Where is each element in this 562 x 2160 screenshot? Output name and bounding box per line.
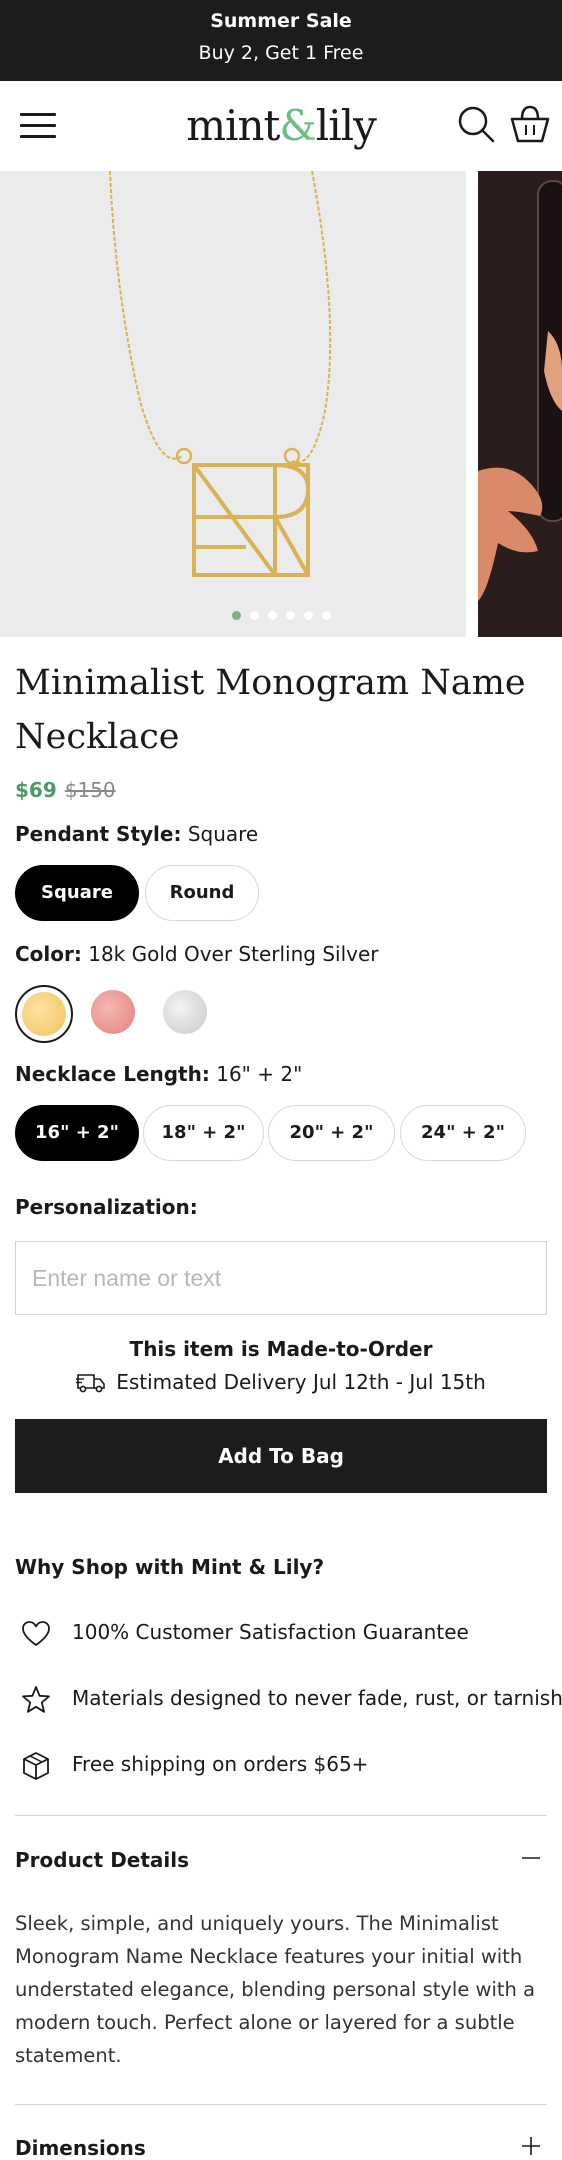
pendant-option-round[interactable]: Round bbox=[145, 865, 259, 921]
heart-icon bbox=[22, 1621, 50, 1646]
length-option-16[interactable]: 16" + 2" bbox=[15, 1105, 139, 1161]
necklace-image bbox=[109, 171, 332, 577]
carousel-dot[interactable] bbox=[250, 611, 259, 620]
product-image[interactable] bbox=[0, 171, 466, 637]
why-shop-heading: Why Shop with Mint & Lily? bbox=[15, 1555, 325, 1579]
why-item-materials: Materials designed to never fade, rust, … bbox=[20, 1680, 562, 1720]
carousel-dot[interactable] bbox=[268, 611, 277, 620]
pendant-option-square[interactable]: Square bbox=[15, 865, 139, 921]
swatch-silver[interactable] bbox=[158, 985, 216, 1043]
why-item-text: 100% Customer Satisfaction Guarantee bbox=[72, 1620, 469, 1644]
why-item-text: Free shipping on orders $65+ bbox=[72, 1752, 369, 1776]
accordion-label: Product Details bbox=[15, 1848, 190, 1872]
truck-icon bbox=[76, 1374, 105, 1393]
personalization-label: Personalization: bbox=[15, 1195, 198, 1219]
made-to-order-notice: This item is Made-to-Order bbox=[129, 1337, 433, 1361]
shopping-bag-icon[interactable] bbox=[508, 103, 552, 147]
hand-photo-image bbox=[478, 171, 562, 637]
search-icon[interactable] bbox=[455, 103, 499, 147]
why-item-shipping: Free shipping on orders $65+ bbox=[20, 1746, 560, 1786]
length-option-20[interactable]: 20" + 2" bbox=[268, 1105, 395, 1161]
length-heading: Necklace Length: bbox=[15, 1062, 210, 1086]
pendant-style-label: Pendant Style: Square bbox=[15, 822, 258, 846]
add-to-bag-button[interactable]: Add To Bag bbox=[15, 1419, 547, 1493]
length-value: 16" + 2" bbox=[216, 1062, 303, 1086]
length-option-24[interactable]: 24" + 2" bbox=[400, 1105, 526, 1161]
accordion-dimensions[interactable]: Dimensions bbox=[15, 2130, 547, 2160]
section-divider bbox=[15, 1815, 547, 1816]
promo-subtitle: Buy 2, Get 1 Free bbox=[198, 42, 364, 64]
swatch-rose-gold-fill bbox=[91, 990, 135, 1034]
logo-ampersand: & bbox=[279, 101, 316, 150]
length-label: Necklace Length: 16" + 2" bbox=[15, 1062, 302, 1086]
plus-icon[interactable] bbox=[519, 2134, 543, 2158]
personalization-input[interactable] bbox=[15, 1241, 547, 1315]
personalization-heading: Personalization: bbox=[15, 1195, 198, 1219]
menu-icon[interactable] bbox=[20, 113, 56, 139]
accordion-product-details[interactable]: Product Details bbox=[15, 1842, 547, 1882]
price-block: $69 $150 bbox=[15, 778, 116, 802]
product-image-next[interactable] bbox=[478, 171, 562, 637]
carousel-dot[interactable] bbox=[286, 611, 295, 620]
pendant-style-heading: Pendant Style: bbox=[15, 822, 182, 846]
promo-banner: Summer Sale Buy 2, Get 1 Free bbox=[0, 0, 562, 81]
site-header: mint&lily bbox=[0, 81, 562, 171]
carousel-dot[interactable] bbox=[304, 611, 313, 620]
sale-price: $69 bbox=[15, 778, 57, 802]
logo-text-lily: lily bbox=[315, 101, 377, 150]
pendant-style-value: Square bbox=[187, 822, 259, 846]
minus-icon[interactable] bbox=[519, 1846, 543, 1870]
compare-price: $150 bbox=[64, 778, 116, 802]
accordion-label: Dimensions bbox=[15, 2136, 146, 2160]
box-icon bbox=[23, 1752, 49, 1780]
product-details-body: Sleek, simple, and uniquely yours. The M… bbox=[15, 1912, 536, 2067]
why-item-text: Materials designed to never fade, rust, … bbox=[72, 1686, 562, 1710]
color-value: 18k Gold Over Sterling Silver bbox=[88, 942, 379, 966]
swatch-rose-gold[interactable] bbox=[86, 985, 144, 1043]
swatch-silver-fill bbox=[163, 990, 207, 1034]
swatch-gold[interactable] bbox=[15, 985, 73, 1043]
logo-text-mint: mint bbox=[186, 101, 280, 150]
color-heading: Color: bbox=[15, 942, 82, 966]
section-divider bbox=[15, 2104, 547, 2105]
star-icon bbox=[22, 1686, 50, 1713]
color-label: Color: 18k Gold Over Sterling Silver bbox=[15, 942, 379, 966]
carousel-dot[interactable] bbox=[232, 611, 241, 620]
promo-title: Summer Sale bbox=[210, 10, 352, 32]
length-option-18[interactable]: 18" + 2" bbox=[143, 1105, 264, 1161]
swatch-gold-fill bbox=[22, 992, 66, 1036]
delivery-estimate: Estimated Delivery Jul 12th - Jul 15th bbox=[0, 1370, 562, 1394]
why-item-guarantee: 100% Customer Satisfaction Guarantee bbox=[20, 1614, 560, 1654]
product-title: Minimalist Monogram Name Necklace bbox=[15, 663, 526, 757]
delivery-text: Estimated Delivery Jul 12th - Jul 15th bbox=[116, 1370, 486, 1394]
product-gallery[interactable] bbox=[0, 171, 562, 637]
carousel-dot[interactable] bbox=[322, 611, 331, 620]
